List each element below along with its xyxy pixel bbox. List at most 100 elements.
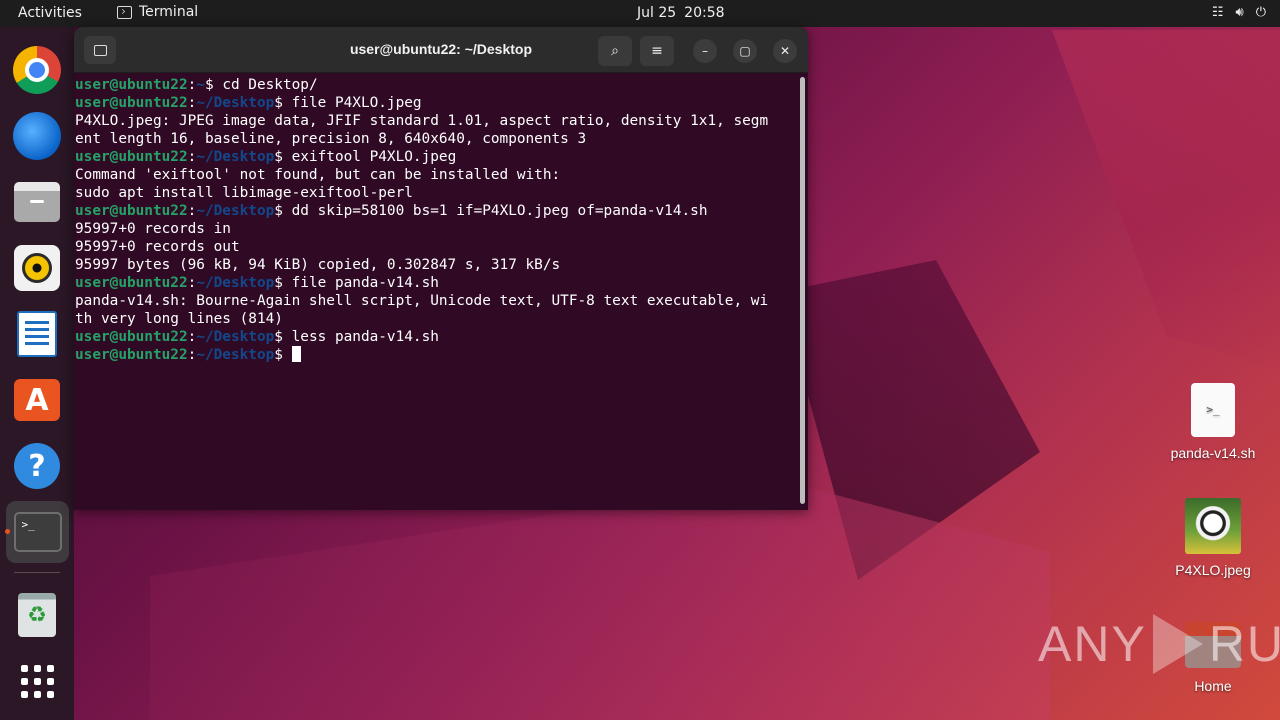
terminal-output-line: ent length 16, baseline, precision 8, 64… <box>75 131 587 147</box>
terminal-prompt-line: user@ubuntu22:~$ cd Desktop/ <box>75 76 795 94</box>
prompt-symbol: $ <box>274 347 283 363</box>
prompt-path: ~ <box>196 77 205 93</box>
command-text: exiftool P4XLO.jpeg <box>282 149 457 165</box>
terminal-output-line: panda-v14.sh: Bourne-Again shell script,… <box>75 293 769 309</box>
script-file-icon: >_ <box>1191 383 1235 437</box>
clock-date: Jul 25 <box>637 5 677 21</box>
watermark-text-right: RUN <box>1208 616 1280 672</box>
prompt-separator: : <box>187 275 197 291</box>
rhythmbox-icon <box>14 245 60 291</box>
app-grid-icon <box>20 664 54 698</box>
clock[interactable]: Jul 25 20:58 <box>637 5 725 21</box>
chrome-icon <box>13 46 61 94</box>
dock-thunderbird[interactable] <box>11 110 63 162</box>
terminal-prompt-line: user@ubuntu22:~/Desktop$ less panda-v14.… <box>75 328 795 346</box>
dock-show-apps[interactable] <box>11 655 63 707</box>
hamburger-icon: ≡ <box>651 43 663 59</box>
minimize-icon: – <box>702 44 708 58</box>
prompt-symbol: $ <box>274 275 283 291</box>
clock-time: 20:58 <box>684 5 725 21</box>
terminal-output-line: sudo apt install libimage-exiftool-perl <box>75 185 413 201</box>
prompt-separator: : <box>187 347 197 363</box>
prompt-path: ~/Desktop <box>196 275 275 291</box>
help-icon: ? <box>14 443 60 489</box>
dock-terminal[interactable]: >_ <box>6 501 69 563</box>
prompt-path: ~/Desktop <box>196 347 275 363</box>
prompt-path: ~/Desktop <box>196 149 275 165</box>
prompt-separator: : <box>187 149 197 165</box>
prompt-symbol: $ <box>274 329 283 345</box>
scrollbar[interactable] <box>800 77 805 504</box>
wallpaper-shape <box>150 480 1050 720</box>
terminal-prompt-line: user@ubuntu22:~/Desktop$ exiftool P4XLO.… <box>75 148 795 166</box>
activities-button[interactable]: Activities <box>18 5 82 21</box>
dock-trash[interactable]: ♻ <box>11 589 63 641</box>
dock-chrome[interactable] <box>11 44 63 96</box>
app-menu-label: Terminal <box>139 4 199 20</box>
power-icon: ⏻ <box>1255 5 1266 20</box>
terminal-icon <box>117 5 132 19</box>
app-menu[interactable]: Terminal <box>117 4 198 20</box>
prompt-symbol: $ <box>274 95 283 111</box>
thunderbird-icon <box>13 112 61 160</box>
terminal-prompt-line: user@ubuntu22:~/Desktop$ file P4XLO.jpeg <box>75 94 795 112</box>
prompt-user: user@ubuntu22 <box>75 95 188 111</box>
command-text: file panda-v14.sh <box>282 275 439 291</box>
dock-rhythmbox[interactable] <box>11 242 63 294</box>
terminal-output-line: 95997 bytes (96 kB, 94 KiB) copied, 0.30… <box>75 257 561 273</box>
prompt-separator: : <box>187 329 197 345</box>
command-text: cd Desktop/ <box>213 77 318 93</box>
desktop-icon-label: Home <box>1194 678 1232 694</box>
network-icon: ☷ <box>1211 5 1224 20</box>
terminal-icon: >_ <box>13 512 62 552</box>
terminal-prompt-line: user@ubuntu22:~/Desktop$ <box>75 346 795 364</box>
search-icon: ⌕ <box>611 43 619 59</box>
prompt-user: user@ubuntu22 <box>75 347 188 363</box>
prompt-separator: : <box>187 77 197 93</box>
dock-writer[interactable] <box>11 308 63 360</box>
minimize-button[interactable]: – <box>693 39 717 63</box>
maximize-button[interactable]: ▢ <box>733 39 757 63</box>
trash-icon: ♻ <box>18 593 56 637</box>
prompt-separator: : <box>187 95 197 111</box>
dock-software[interactable]: A <box>11 374 63 426</box>
dock-help[interactable]: ? <box>11 440 63 492</box>
system-tray[interactable]: ☷ 🔊︎ ⏻ <box>1212 5 1266 20</box>
desktop-icon-jpeg[interactable]: P4XLO.jpeg <box>1163 498 1263 578</box>
text-cursor <box>291 346 301 362</box>
command-text <box>283 347 292 363</box>
terminal-output-line: Command 'exiftool' not found, but can be… <box>75 167 561 183</box>
wallpaper-shape <box>1052 30 1280 370</box>
search-button[interactable]: ⌕ <box>598 36 632 66</box>
prompt-user: user@ubuntu22 <box>75 149 188 165</box>
desktop-icon-panda-script[interactable]: >_ panda-v14.sh <box>1163 383 1263 461</box>
dock-files[interactable] <box>11 176 63 228</box>
desktop-icon-label: P4XLO.jpeg <box>1175 562 1251 578</box>
prompt-user: user@ubuntu22 <box>75 275 188 291</box>
menu-button[interactable]: ≡ <box>640 36 674 66</box>
wallpaper-shape <box>780 260 1040 580</box>
terminal-prompt-line: user@ubuntu22:~/Desktop$ file panda-v14.… <box>75 274 795 292</box>
running-indicator <box>5 529 10 534</box>
prompt-user: user@ubuntu22 <box>75 203 188 219</box>
terminal-prompt-line: user@ubuntu22:~/Desktop$ dd skip=58100 b… <box>75 202 795 220</box>
play-icon <box>1152 614 1203 674</box>
terminal-window[interactable]: user@ubuntu22: ~/Desktop ⌕ ≡ – ▢ ✕ user@… <box>74 27 808 510</box>
terminal-output-line: 95997+0 records in <box>75 221 231 237</box>
terminal-output[interactable]: user@ubuntu22:~$ cd Desktop/user@ubuntu2… <box>75 76 795 364</box>
close-button[interactable]: ✕ <box>773 39 797 63</box>
dock: A ? >_ ♻ <box>0 27 74 720</box>
image-thumbnail-icon <box>1185 498 1241 554</box>
top-bar: Activities Terminal Jul 25 20:58 ☷ 🔊︎ ⏻ <box>0 0 1280 27</box>
dock-separator <box>14 572 60 573</box>
command-text: dd skip=58100 bs=1 if=P4XLO.jpeg of=pand… <box>282 203 708 219</box>
anyrun-watermark: ANY RUN <box>1038 614 1280 674</box>
prompt-symbol: $ <box>204 77 214 93</box>
prompt-symbol: $ <box>274 149 283 165</box>
volume-icon: 🔊︎ <box>1235 5 1244 20</box>
terminal-headerbar[interactable]: user@ubuntu22: ~/Desktop ⌕ ≡ – ▢ ✕ <box>74 27 808 73</box>
prompt-symbol: $ <box>274 203 283 219</box>
watermark-text-left: ANY <box>1038 616 1147 672</box>
files-icon <box>14 182 60 222</box>
software-store-icon: A <box>14 379 60 421</box>
